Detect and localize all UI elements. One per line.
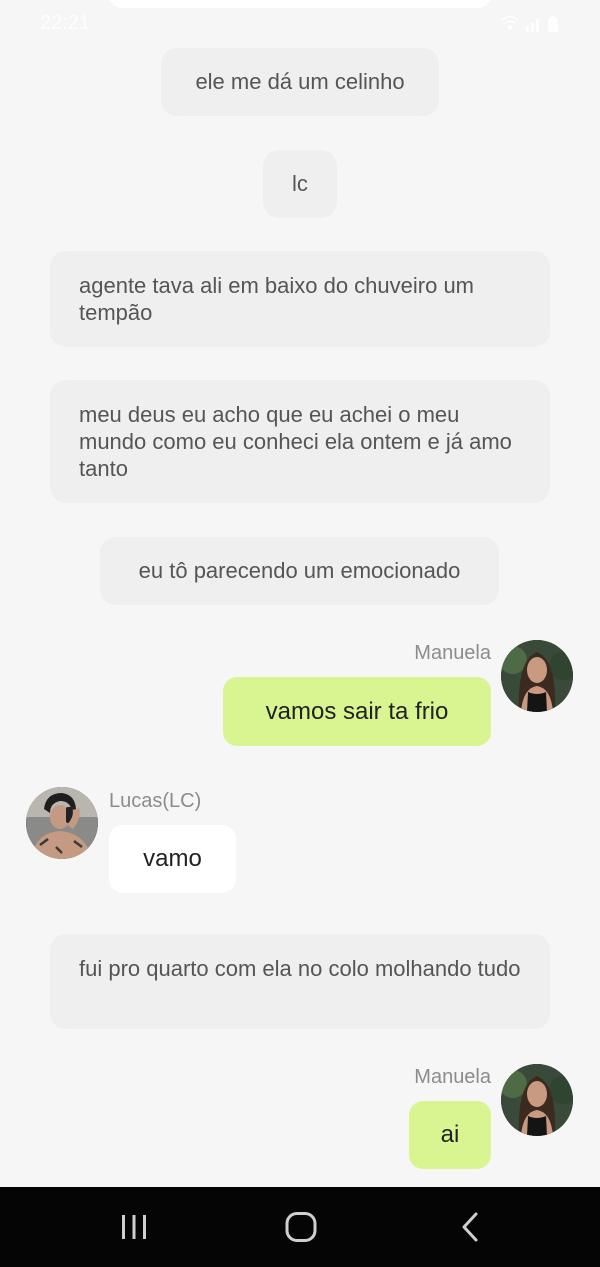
status-time: 22:21 [40,12,91,34]
narration-message: agente tava ali em baixo do chuveiro um … [50,251,550,347]
outgoing-message-bubble[interactable]: ai [409,1101,491,1169]
recents-button[interactable] [112,1207,156,1247]
sender-name: Lucas(LC) [109,790,202,812]
status-bar: 22:21 [0,0,600,48]
back-button[interactable] [448,1207,492,1247]
recents-icon [122,1215,146,1239]
avatar-lucas[interactable] [26,787,98,859]
navigation-bar [0,1187,600,1267]
narration-message: lc [263,150,337,218]
narration-message: ele me dá um celinho [161,48,439,116]
sender-name: Manuela [414,642,491,664]
message-text: vamo [143,845,202,872]
status-icons [500,14,562,34]
outgoing-message-bubble[interactable]: vamos sair ta frio [223,677,491,746]
narration-text: ele me dá um celinho [195,69,405,94]
message-text: ai [440,1121,460,1148]
narration-message: meu deus eu acho que eu achei o meu mund… [50,380,550,503]
narration-text: eu tô parecendo um emocionado [138,558,461,583]
battery-icon [548,16,558,32]
message-text: vamos sair ta frio [265,697,449,725]
home-button[interactable] [279,1207,323,1247]
narration-text: lc [292,171,308,196]
narration-text: meu deus eu acho que eu achei o meu mund… [79,402,512,481]
narration-message: eu tô parecendo um emocionado [100,537,499,605]
home-icon [285,1212,317,1242]
narration-text: agente tava ali em baixo do chuveiro um … [79,273,475,325]
incoming-message-bubble[interactable]: vamo [109,825,236,893]
back-icon [462,1212,478,1242]
avatar-manuela[interactable] [501,640,573,712]
avatar-manuela[interactable] [501,1064,573,1136]
narration-text: fui pro quarto com ela no colo molhando … [79,956,521,981]
wifi-icon [501,15,519,30]
signal-icon [526,19,539,32]
narration-message: fui pro quarto com ela no colo molhando … [50,934,550,1029]
sender-name: Manuela [414,1066,491,1088]
